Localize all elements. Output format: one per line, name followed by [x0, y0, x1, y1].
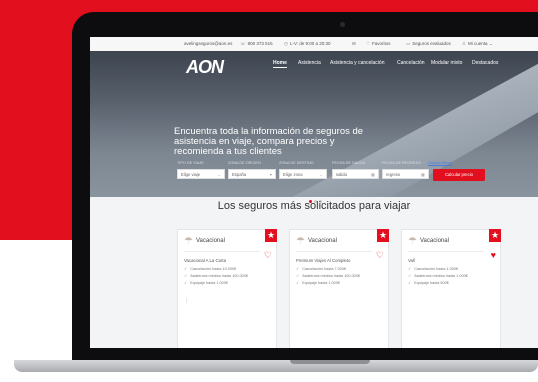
- star-icon[interactable]: ★: [489, 229, 501, 242]
- hero-headline: Encuentra toda la información de seguros…: [174, 126, 364, 157]
- check-icon: ✓: [184, 267, 188, 271]
- chevron-down-icon: ⌄: [217, 172, 221, 177]
- favorites-link[interactable]: ♡ Favoritos: [366, 41, 391, 47]
- card-category: Vacacional: [420, 238, 449, 244]
- card-divider: [296, 251, 372, 252]
- check-icon: ✓: [184, 274, 188, 278]
- card-feature: ✓ Cancelación hasta 10.000€: [184, 267, 237, 271]
- card-category: Vacacional: [308, 238, 337, 244]
- umbrella-icon: ☂: [296, 236, 305, 247]
- return-date-input[interactable]: regreso ▦: [382, 169, 429, 179]
- phone-icon: ☏: [240, 41, 246, 46]
- check-icon: ✓: [408, 281, 412, 285]
- cart-link[interactable]: ▭ Seguros evaluados: [406, 41, 451, 47]
- card-divider: [408, 251, 484, 252]
- briefcase-icon: ▭: [406, 41, 411, 46]
- user-icon: ♙: [462, 41, 467, 46]
- card-feature: ✓ Equipaje hasta 500€: [408, 281, 449, 285]
- insurance-card[interactable]: ☂ Vacacional ★ ♡ Premium Viajes Al Compl…: [289, 229, 389, 348]
- insurance-card[interactable]: ☂ Vacacional ★ ♡ Vacacional A La Carta ✓…: [177, 229, 277, 348]
- heart-filled-icon[interactable]: ♥: [491, 250, 496, 260]
- umbrella-icon: ☂: [184, 236, 193, 247]
- origin-select[interactable]: España ▾: [228, 169, 276, 179]
- calendar-icon: ▦: [421, 172, 425, 177]
- star-icon[interactable]: ★: [377, 229, 389, 242]
- clock-icon: ◷: [284, 41, 288, 46]
- calendar-icon: ▦: [371, 172, 375, 177]
- nav-home[interactable]: Home: [273, 60, 287, 68]
- check-icon: ✓: [408, 274, 412, 278]
- camera-icon: [340, 22, 345, 27]
- field-label-destination: ZONA DE DESTINO: [279, 161, 314, 165]
- field-label-departure: FECHA DE SALIDA: [332, 161, 366, 165]
- check-icon: ✓: [296, 274, 300, 278]
- nav-modular-mixto[interactable]: Modular mixto: [431, 60, 462, 66]
- field-label-origin: ZONA DE ORIGEN: [228, 161, 261, 165]
- umbrella-icon: ☂: [408, 236, 417, 247]
- card-feature: ✓ Cancelación hasta 7.000€: [296, 267, 347, 271]
- destination-select[interactable]: Elige zona ⌄: [279, 169, 327, 179]
- account-link[interactable]: ♙ Mi cuenta ⌄: [462, 41, 493, 47]
- nav-cancelacion[interactable]: Cancelación: [397, 60, 425, 66]
- website-screen: avelingseguros@aon.es ☏ 900 373 515 ◷ L-V:…: [90, 37, 538, 348]
- laptop-notch: [290, 360, 370, 364]
- clear-filters-link[interactable]: Limpiar filtros: [428, 160, 452, 165]
- nav-asistencia[interactable]: Asistencia: [298, 60, 321, 66]
- calculate-price-button[interactable]: Calcular precio: [433, 169, 485, 181]
- card-product-name: Vacacional A La Carta: [184, 258, 226, 263]
- field-label-trip-type: TIPO DE VIAJE: [177, 161, 204, 165]
- check-icon: ✓: [184, 281, 188, 285]
- section-title: Los seguros más solicitados para viajar: [217, 200, 411, 212]
- insurance-card[interactable]: ☂ Vacacional ★ ♥ Vall ✓ Cancelación hasta…: [401, 229, 501, 348]
- nav-asistencia-cancelacion[interactable]: Asistencia y cancelación: [330, 60, 384, 66]
- mail-icon[interactable]: ✉: [352, 41, 356, 47]
- star-icon[interactable]: ★: [265, 229, 277, 242]
- loading-indicator: |: [186, 298, 188, 304]
- aon-logo[interactable]: AON: [186, 57, 224, 78]
- card-feature: ✓ Asistencia médica hasta 100.000€: [296, 274, 361, 278]
- card-product-name: Premium Viajes Al Completo: [296, 258, 351, 263]
- email-link[interactable]: avelingseguros@aon.es: [184, 41, 232, 46]
- trip-type-select[interactable]: Elige viaje ⌄: [177, 169, 225, 179]
- phone-link[interactable]: ☏ 900 373 515: [240, 41, 273, 47]
- card-divider: [184, 251, 260, 252]
- heart-outline-icon[interactable]: ♡: [376, 250, 384, 261]
- check-icon: ✓: [408, 267, 412, 271]
- card-feature: ✓ Equipaje hasta 1.000€: [296, 281, 340, 285]
- departure-date-input[interactable]: salida ▦: [332, 169, 379, 179]
- heart-outline-icon[interactable]: ♡: [264, 250, 272, 261]
- card-feature: ✓ Asistencia médica hasta 100.000€: [184, 274, 249, 278]
- heart-icon: ♡: [366, 41, 371, 46]
- card-category: Vacacional: [196, 238, 225, 244]
- hours-text: ◷ L-V: de 9:00 a 20:30: [284, 41, 331, 46]
- chevron-down-icon: ⌄: [319, 172, 323, 177]
- laptop-base: [14, 360, 538, 372]
- chevron-down-icon: ▾: [269, 172, 272, 177]
- card-feature: ✓ Asistencia médica hasta 1.000€: [408, 274, 468, 278]
- check-icon: ✓: [296, 267, 300, 271]
- card-product-name: Vall: [408, 258, 415, 263]
- card-feature: ✓ Cancelación hasta 1.000€: [408, 267, 459, 271]
- field-label-return: FECHA DE REGRESO: [382, 161, 422, 165]
- check-icon: ✓: [296, 281, 300, 285]
- nav-destacados[interactable]: Destacados: [472, 60, 498, 66]
- card-feature: ✓ Equipaje hasta 1.000€: [184, 281, 228, 285]
- utility-bar: avelingseguros@aon.es ☏ 900 373 515 ◷ L-V:…: [90, 37, 538, 51]
